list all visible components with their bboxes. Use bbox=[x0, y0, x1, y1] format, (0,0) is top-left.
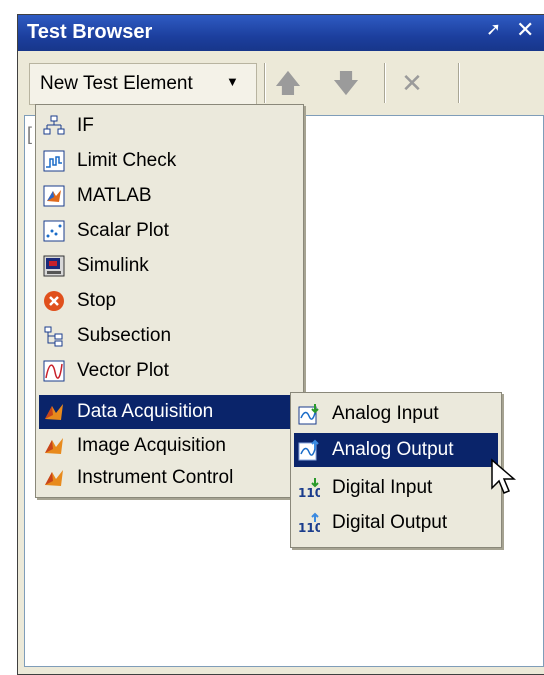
menu-item-stop[interactable]: Stop bbox=[39, 284, 300, 318]
submenu-item-analog-output[interactable]: Analog Output bbox=[294, 433, 498, 467]
menu-item-label: Subsection bbox=[77, 325, 172, 346]
svg-text:110: 110 bbox=[298, 521, 320, 534]
dropdown-arrow-icon: ▼ bbox=[226, 74, 239, 89]
toolbar-separator bbox=[458, 63, 459, 103]
move-up-arrow-icon[interactable]: 🡅 bbox=[270, 63, 306, 103]
menu-item-label: IF bbox=[77, 115, 94, 136]
menu-item-label: Data Acquisition bbox=[77, 401, 214, 422]
move-down-arrow-icon[interactable]: 🡇 bbox=[328, 63, 364, 103]
simulink-icon bbox=[43, 255, 65, 277]
submenu-item-label: Digital Input bbox=[332, 477, 433, 498]
vector-plot-icon bbox=[43, 360, 65, 382]
analog-output-icon bbox=[298, 439, 319, 461]
tree-node-stub: [ bbox=[27, 124, 33, 144]
close-icon[interactable]: ✕ bbox=[516, 17, 534, 43]
submenu-item-analog-input[interactable]: Analog Input bbox=[294, 397, 498, 431]
subsection-icon bbox=[44, 326, 63, 347]
submenu-item-label: Digital Output bbox=[332, 512, 448, 533]
new-test-element-button[interactable]: New Test Element ▼ bbox=[29, 63, 257, 105]
toolbar-separator bbox=[384, 63, 385, 103]
menu-item-subsection[interactable]: Subsection bbox=[39, 319, 300, 353]
matlab-icon bbox=[43, 185, 65, 207]
menu-item-instrument-control[interactable]: Instrument Control bbox=[39, 461, 300, 495]
menu-item-label: Simulink bbox=[77, 255, 149, 276]
toolbar-separator bbox=[264, 63, 265, 103]
menu-item-label: MATLAB bbox=[77, 185, 152, 206]
undock-icon[interactable]: ➚ bbox=[486, 19, 501, 40]
new-test-element-menu: IF Limit Check MATLAB Scalar Plot Simuli… bbox=[35, 104, 304, 498]
new-test-element-label: New Test Element bbox=[40, 73, 193, 94]
menu-item-label: Limit Check bbox=[77, 150, 177, 171]
matlab-membrane-icon bbox=[45, 470, 63, 486]
submenu-item-digital-output[interactable]: 110 Digital Output bbox=[294, 506, 498, 540]
menu-item-label: Vector Plot bbox=[77, 360, 169, 381]
submenu-item-label: Analog Input bbox=[332, 403, 439, 424]
title-bar[interactable]: Test Browser ➚ ✕ bbox=[18, 15, 544, 51]
stop-icon bbox=[44, 291, 64, 311]
delete-x-icon[interactable]: ✕ bbox=[394, 63, 430, 103]
menu-item-label: Instrument Control bbox=[77, 467, 234, 488]
menu-item-label: Image Acquisition bbox=[77, 435, 226, 456]
limit-check-icon bbox=[43, 150, 65, 172]
menu-item-if[interactable]: IF bbox=[39, 109, 300, 143]
data-acquisition-submenu: Analog Input Analog Output 110 Digital I… bbox=[290, 392, 502, 548]
digital-output-icon: 110 bbox=[298, 512, 320, 534]
menu-item-simulink[interactable]: Simulink bbox=[39, 249, 300, 283]
menu-item-data-acquisition[interactable]: Data Acquisition bbox=[39, 395, 300, 429]
scalar-plot-icon bbox=[43, 220, 65, 242]
menu-item-label: Scalar Plot bbox=[77, 220, 169, 241]
menu-item-scalar-plot[interactable]: Scalar Plot bbox=[39, 214, 300, 248]
menu-item-vector-plot[interactable]: Vector Plot bbox=[39, 354, 300, 388]
menu-item-matlab[interactable]: MATLAB bbox=[39, 179, 300, 213]
if-flowchart-icon bbox=[43, 115, 65, 135]
matlab-membrane-icon bbox=[45, 404, 63, 420]
mouse-cursor-icon bbox=[491, 458, 517, 494]
digital-input-icon: 110 bbox=[298, 478, 320, 499]
analog-input-icon bbox=[298, 404, 319, 425]
submenu-item-digital-input[interactable]: 110 Digital Input bbox=[294, 471, 498, 505]
svg-text:110: 110 bbox=[298, 486, 320, 499]
submenu-item-label: Analog Output bbox=[332, 439, 454, 460]
matlab-membrane-icon bbox=[45, 438, 63, 454]
menu-item-image-acquisition[interactable]: Image Acquisition bbox=[39, 429, 300, 463]
menu-item-limit-check[interactable]: Limit Check bbox=[39, 144, 300, 178]
window-title: Test Browser bbox=[27, 21, 153, 43]
menu-item-label: Stop bbox=[77, 290, 117, 311]
